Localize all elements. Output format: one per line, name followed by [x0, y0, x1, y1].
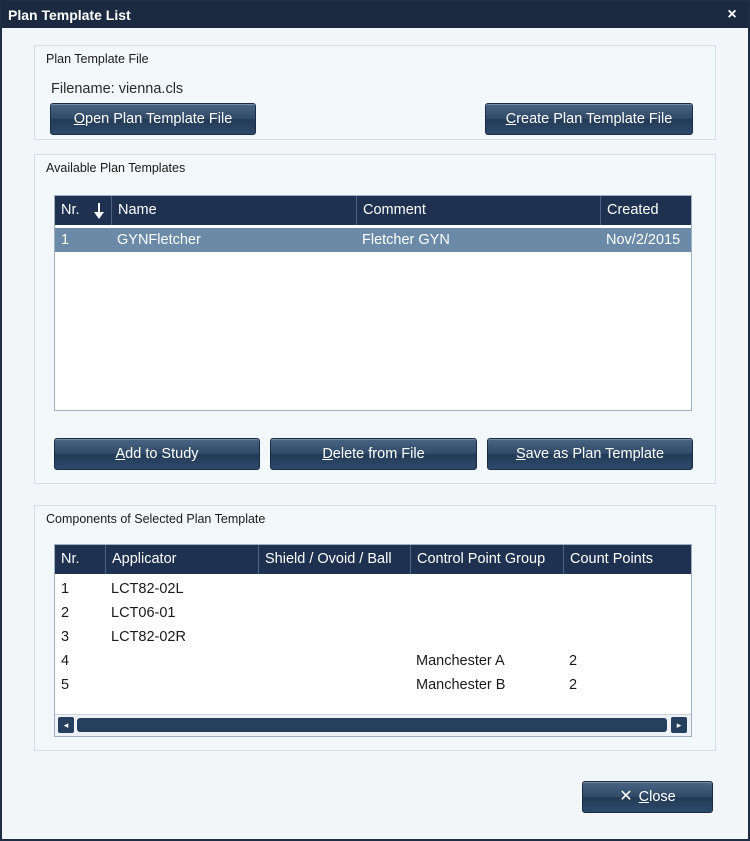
open-plan-template-file-button[interactable]: Open Plan Template File — [50, 103, 256, 135]
close-icon[interactable]: × — [724, 2, 740, 28]
group-title-available: Available Plan Templates — [46, 161, 186, 175]
column-header-name[interactable]: Name — [111, 196, 356, 225]
column-header-nr[interactable]: Nr. — [55, 196, 111, 225]
column-header-label: Nr. — [61, 202, 80, 218]
close-x-icon: ✕ — [619, 788, 633, 805]
create-plan-template-file-button[interactable]: Create Plan Template File — [485, 103, 693, 135]
table-header: Nr. Applicator Shield / Ovoid / Ball Con… — [55, 545, 691, 574]
add-button-mnemonic: A — [115, 446, 126, 462]
group-title-components: Components of Selected Plan Template — [46, 512, 266, 526]
open-button-mnemonic: O — [73, 111, 86, 127]
column-header-label: Nr. — [61, 551, 80, 567]
cell-applicator: LCT82-02R — [111, 629, 186, 645]
cell-nr: 5 — [61, 677, 70, 693]
components-group: Components of Selected Plan Template Nr.… — [34, 505, 716, 751]
filename-label: Filename: vienna.cls — [51, 81, 184, 97]
cell-nr: 1 — [61, 581, 70, 597]
cell-nr: 3 — [61, 629, 70, 645]
cell-comment: Fletcher GYN — [362, 232, 450, 248]
plan-template-file-group: Plan Template File Filename: vienna.cls … — [34, 45, 716, 140]
cell-applicator: LCT82-02L — [111, 581, 184, 597]
column-header-applicator[interactable]: Applicator — [105, 545, 258, 574]
scroll-left-icon[interactable]: ◂ — [58, 717, 74, 733]
column-header-count-points[interactable]: Count Points — [563, 545, 691, 574]
table-header: Nr. Name Comment Created — [55, 196, 691, 225]
available-templates-table: Nr. Name Comment Created 1 GYNFletcher F… — [54, 195, 692, 411]
close-button-mnemonic: C — [638, 789, 650, 805]
group-title-file: Plan Template File — [46, 52, 149, 66]
table-row[interactable]: 4 Manchester A 2 — [55, 649, 691, 673]
column-header-nr[interactable]: Nr. — [55, 545, 105, 574]
column-header-label: Name — [118, 202, 157, 218]
column-header-label: Created — [607, 202, 659, 218]
create-button-mnemonic: C — [505, 111, 517, 127]
sort-descending-icon — [94, 203, 104, 219]
cell-control-point-group: Manchester B — [416, 677, 506, 693]
horizontal-scrollbar[interactable]: ◂ ▸ — [55, 714, 691, 736]
save-as-plan-template-button[interactable]: Save as Plan Template — [487, 438, 693, 470]
open-button-label: pen Plan Template File — [85, 111, 233, 127]
delete-from-file-button[interactable]: Delete from File — [270, 438, 477, 470]
delete-button-mnemonic: D — [322, 446, 333, 462]
cell-name: GYNFletcher — [117, 232, 201, 248]
table-row[interactable]: 1 GYNFletcher Fletcher GYN Nov/2/2015 — [55, 228, 691, 252]
cell-nr: 1 — [61, 232, 70, 248]
cell-control-point-group: Manchester A — [416, 653, 505, 669]
save-button-label: ave as Plan Template — [525, 446, 665, 462]
column-header-control-point-group[interactable]: Control Point Group — [410, 545, 563, 574]
create-button-label: reate Plan Template File — [516, 111, 673, 127]
table-row[interactable]: 2 LCT06-01 — [55, 601, 691, 625]
column-header-shield[interactable]: Shield / Ovoid / Ball — [258, 545, 410, 574]
column-header-label: Shield / Ovoid / Ball — [265, 551, 392, 567]
close-button[interactable]: ✕ Close — [582, 781, 713, 813]
cell-nr: 2 — [61, 605, 70, 621]
add-button-label: dd to Study — [125, 446, 199, 462]
scroll-right-icon[interactable]: ▸ — [671, 717, 687, 733]
title-bar: Plan Template List × — [2, 2, 748, 28]
available-plan-templates-group: Available Plan Templates Nr. Name Commen… — [34, 154, 716, 484]
scrollbar-thumb[interactable] — [77, 718, 667, 732]
cell-count-points: 2 — [569, 653, 578, 669]
table-row[interactable]: 3 LCT82-02R — [55, 625, 691, 649]
column-header-label: Comment — [363, 202, 426, 218]
save-button-mnemonic: S — [515, 446, 526, 462]
cell-created: Nov/2/2015 — [606, 232, 681, 248]
components-table: Nr. Applicator Shield / Ovoid / Ball Con… — [54, 544, 692, 737]
column-header-label: Applicator — [112, 551, 177, 567]
column-header-label: Count Points — [570, 551, 654, 567]
table-row[interactable]: 1 LCT82-02L — [55, 577, 691, 601]
dialog-title: Plan Template List — [8, 7, 131, 23]
column-header-comment[interactable]: Comment — [356, 196, 600, 225]
delete-button-label: elete from File — [332, 446, 425, 462]
cell-applicator: LCT06-01 — [111, 605, 176, 621]
table-row[interactable]: 5 Manchester B 2 — [55, 673, 691, 697]
add-to-study-button[interactable]: Add to Study — [54, 438, 260, 470]
column-header-label: Control Point Group — [417, 551, 546, 567]
close-button-label: lose — [649, 789, 676, 805]
column-header-created[interactable]: Created — [600, 196, 691, 225]
cell-count-points: 2 — [569, 677, 578, 693]
cell-nr: 4 — [61, 653, 70, 669]
plan-template-list-dialog: Plan Template List × Plan Template File … — [0, 0, 750, 841]
